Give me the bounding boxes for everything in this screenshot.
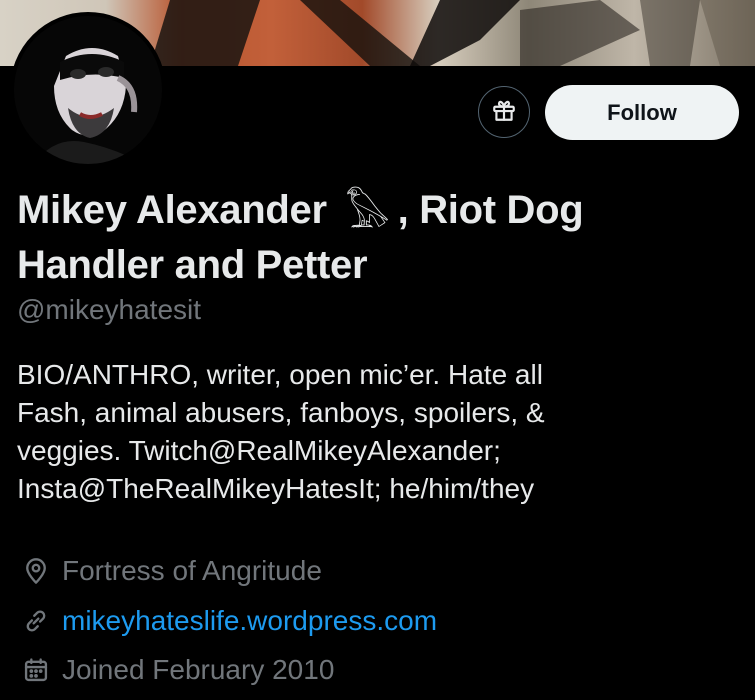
calendar-icon: [20, 654, 52, 686]
website-link[interactable]: mikeyhateslife.wordpress.com: [62, 605, 437, 637]
avatar-photo: [14, 16, 162, 164]
display-name: Mikey Alexander 𓅃, Riot Dog Handler and …: [17, 185, 737, 291]
avatar[interactable]: [10, 12, 166, 168]
follow-button-label: Follow: [607, 99, 677, 125]
location-text: Fortress of Angritude: [62, 555, 322, 586]
profile-location: Fortress of Angritude: [20, 552, 322, 590]
profile-bio: BIO/ANTHRO, writer, open mic’er. Hate al…: [17, 356, 742, 508]
user-handle: @mikeyhatesit: [17, 294, 202, 325]
gift-icon: [491, 97, 517, 128]
location-pin-icon: [20, 555, 52, 587]
bio-line: Insta@TheRealMikeyHatesIt; he/him/they: [17, 473, 535, 504]
link-icon: [20, 605, 52, 637]
gift-button[interactable]: [478, 86, 530, 138]
falcon-emoji: 𓅃: [345, 192, 390, 236]
display-name-part2: , Riot Dog: [397, 188, 584, 232]
display-name-part1: Mikey Alexander: [17, 188, 327, 232]
profile-joined-date: Joined February 2010: [20, 651, 334, 689]
bio-line: BIO/ANTHRO, writer, open mic’er. Hate al…: [17, 359, 543, 390]
follow-button[interactable]: Follow: [545, 85, 739, 140]
bio-line: veggies. Twitch@RealMikeyAlexander;: [17, 435, 501, 466]
profile-website: mikeyhateslife.wordpress.com: [20, 602, 437, 640]
joined-text: Joined February 2010: [62, 654, 335, 685]
display-name-line2: Handler and Petter: [17, 243, 368, 287]
bio-line: Fash, animal abusers, fanboys, spoilers,…: [17, 397, 545, 428]
